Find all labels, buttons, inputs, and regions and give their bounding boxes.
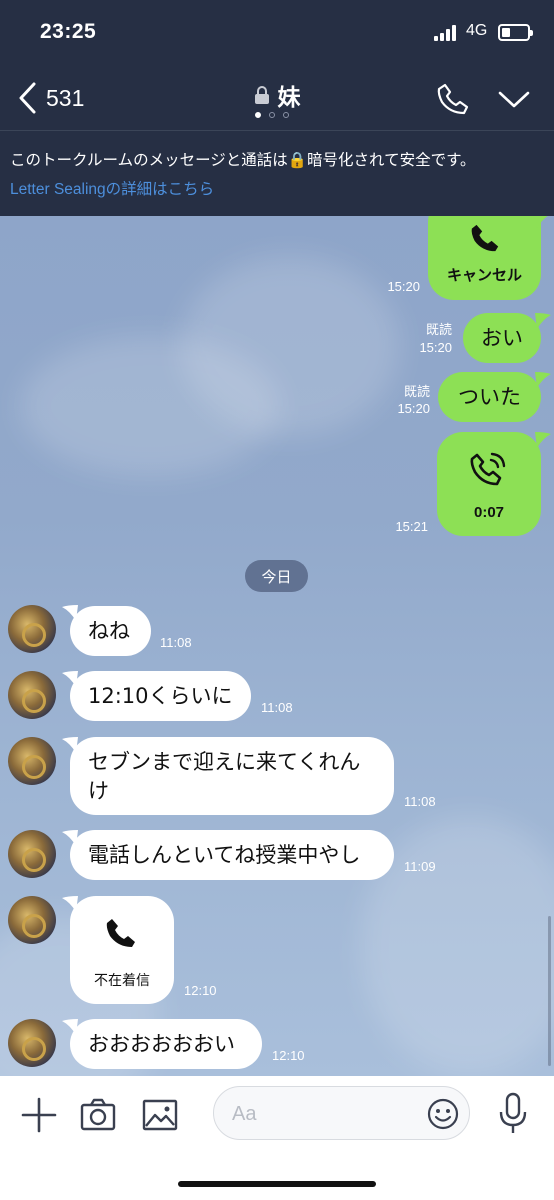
microphone-icon[interactable] bbox=[498, 1092, 528, 1136]
message-text-line1: セブンまで迎えに来てくれん bbox=[88, 750, 361, 774]
message-text: 電話しんといてね授業中やし bbox=[88, 843, 361, 867]
image-icon[interactable] bbox=[141, 1096, 179, 1134]
plus-icon[interactable] bbox=[20, 1096, 58, 1134]
message-text: ついた bbox=[458, 385, 521, 409]
phone-icon bbox=[106, 919, 135, 947]
message-time: 15:20 bbox=[397, 401, 430, 416]
encryption-notice: このトークルームのメッセージと通話は🔒暗号化されて安全です。 Letter Se… bbox=[0, 130, 554, 216]
bubble-tail bbox=[535, 216, 548, 228]
missed-call-bubble[interactable]: 不在着信 bbox=[70, 896, 174, 1004]
chevron-down-icon[interactable] bbox=[497, 86, 531, 112]
call-status-label: キャンセル bbox=[446, 266, 522, 284]
message-time: 12:10 bbox=[184, 983, 217, 998]
scrollbar[interactable] bbox=[548, 916, 551, 1066]
network-type: 4G bbox=[466, 22, 488, 39]
incoming-message[interactable]: 12:10くらいに bbox=[70, 671, 251, 721]
outgoing-call-bubble[interactable]: 0:07 bbox=[437, 432, 541, 536]
read-receipt: 既読 bbox=[425, 322, 452, 337]
camera-icon[interactable] bbox=[79, 1096, 117, 1134]
bubble-tail bbox=[535, 313, 551, 329]
message-time: 15:21 bbox=[395, 519, 428, 534]
message-time: 11:08 bbox=[404, 794, 436, 809]
phone-call-icon bbox=[470, 452, 506, 486]
avatar[interactable] bbox=[8, 896, 56, 944]
call-duration: 0:07 bbox=[473, 504, 505, 521]
message-time: 11:09 bbox=[404, 859, 436, 874]
message-text: おおおおおおい bbox=[88, 1032, 235, 1056]
message-time: 15:20 bbox=[419, 340, 452, 355]
message-input[interactable] bbox=[232, 1099, 412, 1129]
status-time: 23:25 bbox=[40, 20, 97, 43]
outgoing-message[interactable]: ついた bbox=[438, 372, 541, 422]
chevron-left-icon bbox=[19, 82, 36, 114]
avatar[interactable] bbox=[8, 1019, 56, 1067]
lock-icon bbox=[254, 86, 269, 104]
message-input-box[interactable] bbox=[213, 1086, 470, 1140]
avatar[interactable] bbox=[8, 737, 56, 785]
battery-icon bbox=[498, 24, 533, 41]
incoming-message[interactable]: セブンまで迎えに来てくれん け bbox=[70, 737, 394, 815]
incoming-message[interactable]: 電話しんといてね授業中やし bbox=[70, 830, 394, 880]
home-indicator[interactable] bbox=[178, 1181, 376, 1187]
message-text: ねね bbox=[88, 619, 130, 643]
unread-count: 531 bbox=[46, 84, 85, 111]
message-text: 12:10くらいに bbox=[88, 684, 233, 708]
page-indicator bbox=[255, 112, 289, 118]
incoming-message[interactable]: ねね bbox=[70, 606, 151, 656]
phone-icon[interactable] bbox=[436, 82, 470, 116]
avatar[interactable] bbox=[8, 605, 56, 653]
message-text: おい bbox=[481, 326, 523, 350]
phone-icon bbox=[471, 224, 499, 252]
read-receipt: 既読 bbox=[403, 384, 430, 399]
emoji-icon[interactable] bbox=[426, 1097, 460, 1131]
chat-area[interactable]: キャンセル 15:20 おい 既読 15:20 ついた 既読 15:20 0:0… bbox=[0, 216, 554, 1076]
message-time: 11:08 bbox=[160, 635, 192, 650]
message-time: 12:10 bbox=[272, 1048, 305, 1063]
outgoing-call-bubble[interactable]: キャンセル bbox=[428, 216, 541, 300]
encryption-text: このトークルームのメッセージと通話は🔒暗号化されて安全です。 bbox=[10, 151, 476, 169]
letter-sealing-link[interactable]: Letter Sealingの詳細はこちら bbox=[10, 179, 544, 201]
chat-title: 妹 bbox=[277, 85, 301, 111]
signal-icon bbox=[434, 25, 458, 41]
avatar[interactable] bbox=[8, 830, 56, 878]
avatar[interactable] bbox=[8, 671, 56, 719]
date-separator: 今日 bbox=[245, 560, 308, 592]
top-bar: 23:25 4G 531 妹 このトークルームのメッセージと通話は🔒暗号化されて… bbox=[0, 0, 554, 216]
bubble-tail bbox=[535, 432, 551, 448]
missed-call-label: 不在着信 bbox=[94, 973, 150, 989]
message-text-line2: け bbox=[88, 779, 109, 803]
message-time: 11:08 bbox=[261, 700, 293, 715]
incoming-message[interactable]: おおおおおおい bbox=[70, 1019, 262, 1069]
chat-title-area[interactable]: 妹 bbox=[200, 78, 354, 112]
outgoing-message[interactable]: おい bbox=[463, 313, 541, 363]
bubble-tail bbox=[535, 372, 551, 388]
message-time: 15:20 bbox=[387, 279, 420, 294]
back-button[interactable]: 531 bbox=[16, 80, 96, 116]
